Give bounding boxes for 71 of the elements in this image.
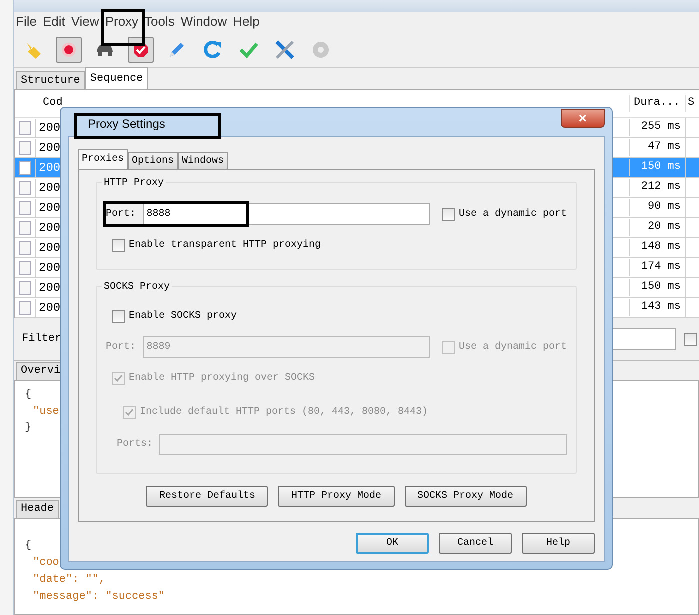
menu-item[interactable]: Tools — [144, 12, 175, 32]
mode-button[interactable]: Restore Defaults — [146, 486, 268, 507]
table-cell: 90 ms — [629, 199, 685, 216]
checkbox-label: Include default HTTP ports (80, 443, 8080, 8443) — [140, 406, 428, 420]
headers-tab[interactable]: Heade — [16, 500, 60, 518]
checkbox[interactable] — [112, 239, 125, 252]
dialog-button[interactable]: OK — [356, 533, 429, 554]
table-cell: 174 ms — [629, 259, 685, 276]
view-tab[interactable]: Sequence — [85, 67, 148, 89]
refresh-icon — [203, 40, 223, 60]
menu-item[interactable]: Edit — [42, 12, 66, 32]
port-label: Port: — [106, 340, 138, 354]
file-icon — [19, 200, 31, 214]
port-input[interactable]: 8888 — [142, 203, 430, 225]
mode-button[interactable]: HTTP Proxy Mode — [278, 486, 394, 507]
code-line: "use — [32, 404, 60, 420]
code-line: "coo — [33, 556, 60, 571]
file-icon — [19, 160, 31, 174]
file-icon — [19, 220, 31, 234]
table-cell: 212 ms — [629, 179, 685, 196]
file-icon — [19, 120, 31, 134]
menu-item[interactable]: Window — [180, 12, 228, 32]
table-cell: 20 ms — [629, 219, 685, 236]
file-icon — [19, 180, 31, 194]
checkmark-icon — [125, 408, 134, 417]
code-line: "date": "", — [33, 573, 106, 588]
filter-label: Filter — [22, 332, 62, 347]
checkbox-label: Enable transparent HTTP proxying — [129, 238, 322, 253]
file-icon — [19, 300, 31, 314]
checkmark-icon — [114, 374, 123, 383]
table-cell: 255 ms — [629, 119, 685, 136]
highlight-frame — [101, 9, 145, 46]
dialog-tab[interactable]: Proxies — [78, 149, 128, 169]
table-cell: 150 ms — [629, 279, 685, 296]
dialog-tab[interactable]: Windows — [178, 152, 228, 169]
checkbox[interactable] — [684, 332, 697, 346]
mode-button[interactable]: SOCKS Proxy Mode — [404, 486, 527, 507]
code-line: { — [25, 388, 32, 403]
file-icon — [19, 240, 31, 254]
menu-item[interactable]: Proxy — [105, 12, 139, 32]
table-cell: 148 ms — [629, 239, 685, 256]
menu-item[interactable]: View — [71, 12, 100, 32]
port-label: Port: — [106, 208, 138, 222]
checkbox[interactable] — [442, 208, 455, 220]
column-header[interactable]: S — [685, 95, 699, 112]
record-icon — [61, 42, 77, 58]
checkbox-label: Use a dynamic port — [458, 340, 567, 354]
checkbox-label: Enable HTTP proxying over SOCKS — [129, 372, 316, 386]
dialog-button[interactable]: Help — [522, 533, 595, 554]
menu-item[interactable]: Help — [233, 12, 260, 32]
file-icon — [19, 280, 31, 294]
file-icon — [19, 260, 31, 274]
ports-label: Ports: — [117, 438, 154, 452]
code-line: { — [25, 539, 32, 554]
dialog-button[interactable]: Cancel — [439, 533, 512, 554]
breakpoint-icon — [133, 42, 149, 58]
checkbox-label: Enable SOCKS proxy — [129, 310, 238, 324]
file-icon — [19, 140, 31, 154]
table-cell: 47 ms — [629, 139, 685, 156]
dialog-title: Proxy Settings — [87, 116, 166, 133]
menu-item[interactable]: File — [16, 12, 37, 32]
table-cell: 150 ms — [629, 159, 685, 176]
table-cell: 143 ms — [629, 299, 685, 316]
view-tab[interactable]: Structure — [16, 71, 86, 89]
checkmark-icon — [239, 40, 259, 58]
checkbox-label: Use a dynamic port — [458, 208, 567, 222]
code-line: "message": "success" — [33, 590, 166, 605]
column-header[interactable]: Dura... — [629, 95, 685, 112]
code-line: } — [25, 421, 32, 436]
gear-icon — [311, 40, 331, 60]
dialog-tab[interactable]: Options — [128, 152, 178, 169]
